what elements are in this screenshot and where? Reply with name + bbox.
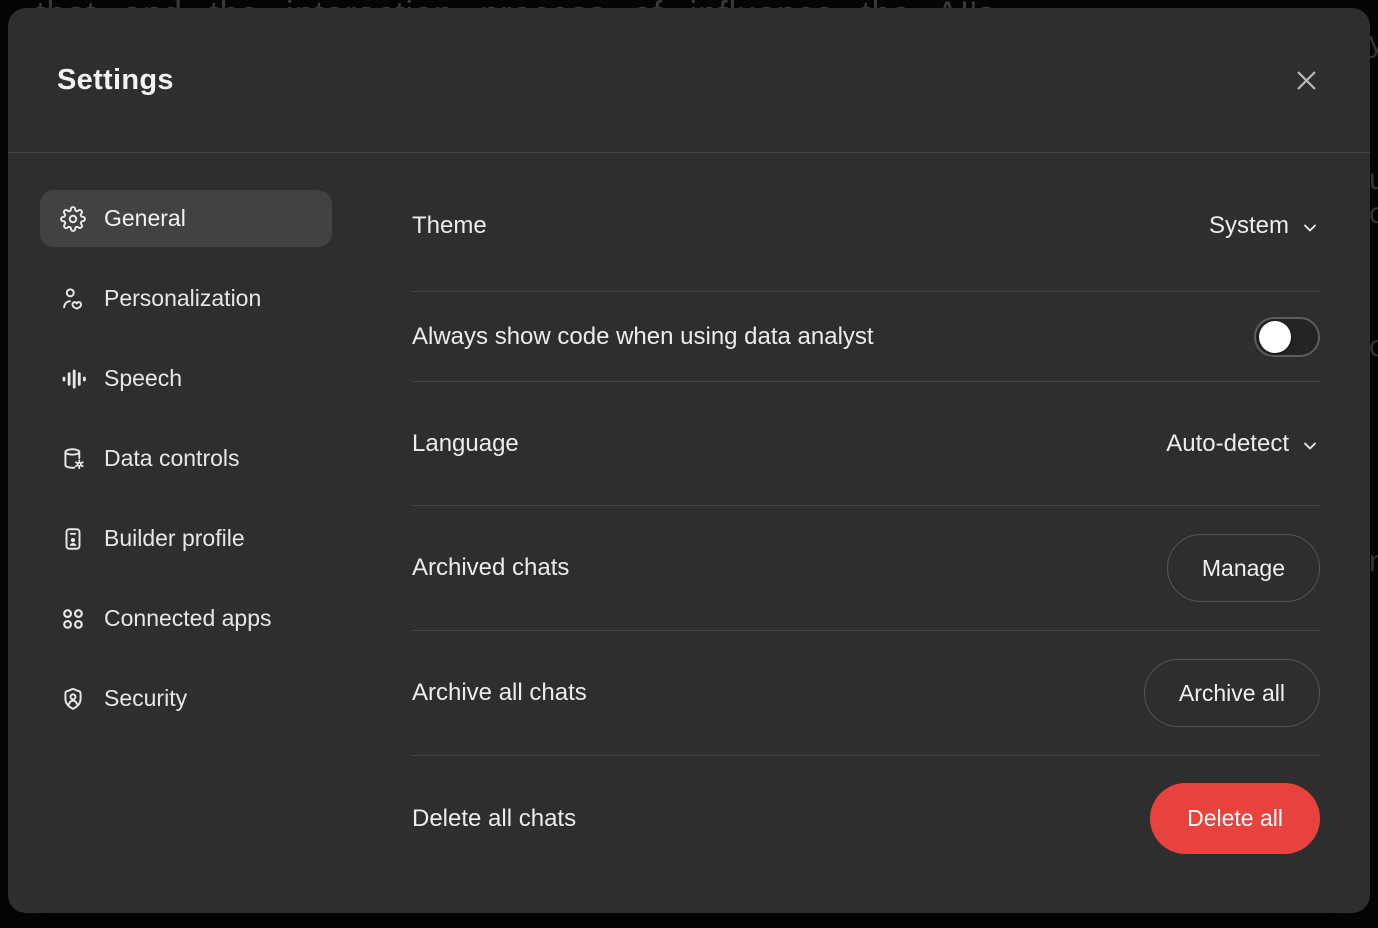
sidebar-item-label: Speech [104, 365, 182, 392]
sidebar-item-label: Security [104, 685, 187, 712]
sidebar-item-label: General [104, 205, 186, 232]
sidebar-item-data-controls[interactable]: Data controls [40, 430, 332, 487]
delete-all-button[interactable]: Delete all [1150, 783, 1320, 854]
language-dropdown[interactable]: Auto-detect [1166, 424, 1320, 464]
gear-icon [60, 206, 86, 232]
archived-chats-row: Archived chats Manage [412, 506, 1320, 631]
background-text-fragment: ni [1369, 545, 1378, 579]
shield-person-icon [60, 686, 86, 712]
sidebar-item-label: Personalization [104, 285, 261, 312]
language-dropdown-value: Auto-detect [1166, 430, 1289, 458]
sidebar-item-security[interactable]: Security [40, 670, 332, 727]
archive-all-button[interactable]: Archive all [1144, 659, 1320, 727]
show-code-row: Always show code when using data analyst [412, 292, 1320, 382]
chevron-down-icon [1300, 217, 1320, 237]
general-settings-panel: Theme System Always show code when using… [380, 153, 1370, 881]
archive-all-label: Archive all chats [412, 679, 587, 707]
background-text-fragment: o [1369, 197, 1378, 231]
theme-label: Theme [412, 212, 487, 240]
archive-all-row: Archive all chats Archive all [412, 631, 1320, 756]
modal-header: Settings [8, 8, 1370, 153]
background-text-fragment: y [1369, 26, 1378, 60]
apps-grid-icon [60, 606, 86, 632]
settings-modal: Settings General Pe [8, 8, 1370, 913]
sidebar-item-builder-profile[interactable]: Builder profile [40, 510, 332, 567]
sidebar-item-speech[interactable]: Speech [40, 350, 332, 407]
theme-row: Theme System [412, 160, 1320, 292]
modal-body: General Personalization Speech [8, 153, 1370, 881]
archived-chats-label: Archived chats [412, 554, 569, 582]
language-label: Language [412, 430, 519, 458]
sidebar-item-connected-apps[interactable]: Connected apps [40, 590, 332, 647]
theme-dropdown[interactable]: System [1209, 206, 1320, 246]
settings-sidebar: General Personalization Speech [8, 153, 380, 881]
sidebar-item-label: Data controls [104, 445, 240, 472]
close-button[interactable] [1285, 59, 1328, 102]
show-code-label: Always show code when using data analyst [412, 323, 874, 351]
page-title: Settings [57, 64, 174, 97]
theme-dropdown-value: System [1209, 212, 1289, 240]
background-text-fragment: u [1369, 163, 1378, 197]
database-gear-icon [60, 446, 86, 472]
person-heart-icon [60, 286, 86, 312]
delete-all-label: Delete all chats [412, 805, 576, 833]
background-text-fragment: o [1369, 330, 1378, 364]
language-row: Language Auto-detect [412, 382, 1320, 506]
sidebar-item-general[interactable]: General [40, 190, 332, 247]
id-badge-icon [60, 526, 86, 552]
sidebar-item-label: Builder profile [104, 525, 245, 552]
manage-archived-button[interactable]: Manage [1167, 534, 1320, 602]
sidebar-item-label: Connected apps [104, 605, 272, 632]
waveform-icon [60, 366, 86, 392]
sidebar-item-personalization[interactable]: Personalization [40, 270, 332, 327]
close-icon [1293, 67, 1320, 94]
delete-all-row: Delete all chats Delete all [412, 756, 1320, 881]
chevron-down-icon [1300, 435, 1320, 455]
toggle-knob [1259, 321, 1291, 353]
show-code-toggle[interactable] [1254, 317, 1320, 357]
screen: that and the interaction process of infl… [0, 0, 1378, 928]
